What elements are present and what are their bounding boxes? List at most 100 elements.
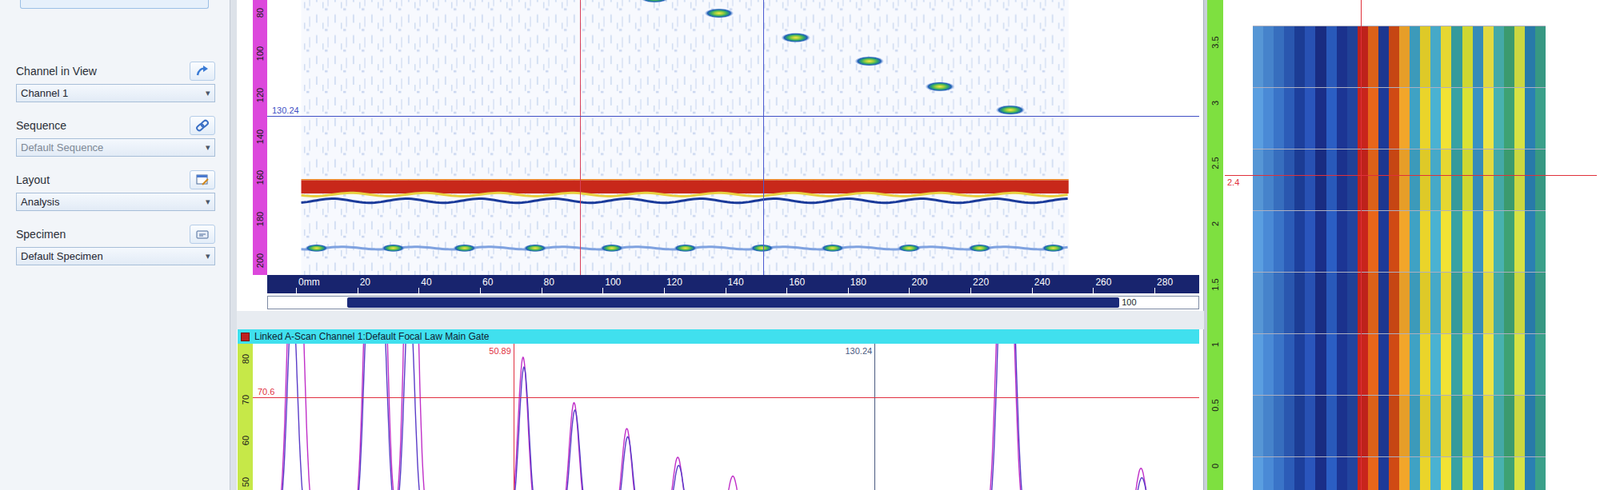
cscan-cell bbox=[1347, 26, 1358, 88]
cscan-cell bbox=[1483, 88, 1494, 149]
cscan-cell bbox=[1294, 26, 1305, 88]
field-group: Channel in ViewChannel 1▾ bbox=[16, 60, 216, 103]
cscan-cell bbox=[1273, 334, 1284, 396]
index-cursor[interactable]: 2.4 bbox=[1224, 175, 1597, 176]
index-tick: 0.5 bbox=[1210, 399, 1220, 412]
cscan-cell bbox=[1430, 396, 1441, 457]
cursor-label: 130.24 bbox=[844, 346, 872, 356]
cscan-cell bbox=[1524, 88, 1536, 149]
cscan-cell bbox=[1451, 149, 1462, 211]
depth-cursor[interactable]: 130.24 bbox=[267, 116, 1200, 117]
field-button[interactable] bbox=[189, 170, 216, 190]
cscan-cell bbox=[1504, 272, 1515, 334]
index-tick: 1.5 bbox=[1210, 278, 1220, 291]
cscan-cell bbox=[1440, 211, 1452, 272]
cscan-cell bbox=[1273, 211, 1284, 272]
scan-cursor[interactable] bbox=[580, 0, 581, 276]
cscan-cell bbox=[1399, 26, 1410, 88]
cscan-cell bbox=[1347, 334, 1358, 396]
image-ground bbox=[301, 0, 1069, 276]
index-ruler: 3.532.521.510.50 bbox=[1207, 0, 1224, 490]
cscan-cell bbox=[1514, 211, 1525, 272]
cursor-label: 50.89 bbox=[488, 346, 512, 356]
splitter[interactable] bbox=[229, 0, 237, 490]
dropdown[interactable]: Channel 1▾ bbox=[16, 84, 216, 103]
field-button[interactable] bbox=[189, 224, 216, 244]
cscan-cell bbox=[1294, 88, 1305, 149]
cscan-cell bbox=[1252, 26, 1264, 88]
scrollbar-thumb[interactable] bbox=[347, 297, 1120, 308]
second-echo bbox=[897, 244, 921, 252]
ascan-trace bbox=[252, 344, 1200, 490]
cscan-cell bbox=[1388, 334, 1400, 396]
cscan-row bbox=[1252, 456, 1546, 490]
cscan-cell bbox=[1420, 149, 1431, 211]
cscan-cell bbox=[1409, 457, 1420, 490]
scan-ruler: 0mm2040608010012014016018020022024026028… bbox=[267, 275, 1200, 294]
tick-mark bbox=[970, 288, 972, 294]
tick-label: 20 bbox=[357, 275, 371, 290]
cscan-cell bbox=[1483, 457, 1494, 490]
tick-label: 240 bbox=[1032, 275, 1051, 290]
bscan-view: 80100120140160180200130.240mm20406080100… bbox=[236, 0, 1204, 312]
cscan-cell bbox=[1483, 149, 1494, 211]
cscan-cell bbox=[1273, 396, 1284, 457]
tick-label: 60 bbox=[480, 275, 493, 290]
dropdown[interactable]: Default Specimen▾ bbox=[16, 247, 216, 266]
cursor-label: 70.6 bbox=[257, 387, 275, 397]
cscan-cell bbox=[1326, 88, 1337, 149]
cscan-cell bbox=[1368, 272, 1379, 334]
cscan-cell bbox=[1430, 211, 1441, 272]
indication bbox=[704, 8, 734, 18]
backwall-wave bbox=[301, 192, 1068, 196]
cscan-cell bbox=[1252, 149, 1264, 211]
cscan-row bbox=[1252, 148, 1546, 211]
cscan-cell bbox=[1420, 334, 1431, 396]
scrollbar[interactable]: 100 bbox=[267, 296, 1200, 310]
field-button[interactable] bbox=[189, 116, 216, 136]
cscan-cell bbox=[1514, 396, 1525, 457]
image-speckle bbox=[301, 0, 1069, 276]
depth-cursor[interactable]: 130.24 bbox=[874, 344, 876, 490]
scan-tick: 20 bbox=[357, 275, 371, 294]
cscan-cell bbox=[1263, 26, 1274, 88]
cscan-cell bbox=[1462, 457, 1473, 490]
cscan-cell bbox=[1347, 396, 1358, 457]
cscan-cell bbox=[1315, 149, 1326, 211]
second-echo bbox=[673, 244, 697, 252]
cscan-cell bbox=[1504, 211, 1515, 272]
cscan-cell bbox=[1524, 272, 1536, 334]
cscan-cell bbox=[1336, 396, 1348, 457]
cscan-cell bbox=[1273, 457, 1284, 490]
dropdown[interactable]: Analysis▾ bbox=[16, 192, 216, 212]
cscan-cell bbox=[1336, 149, 1348, 211]
app-window: Channel in ViewChannel 1▾SequenceDefault… bbox=[0, 0, 1600, 490]
cscan-cell bbox=[1535, 149, 1546, 211]
cscan-cell bbox=[1304, 396, 1316, 457]
second-echo bbox=[1041, 244, 1065, 252]
cscan-row bbox=[1252, 210, 1546, 272]
second-echo bbox=[600, 244, 624, 252]
amplitude-tick: 50 bbox=[240, 477, 251, 488]
field-button[interactable] bbox=[189, 61, 216, 81]
cscan-cell bbox=[1347, 88, 1358, 149]
depth-tick: 160 bbox=[255, 170, 265, 185]
cscan-cell bbox=[1284, 272, 1295, 334]
cscan-cell bbox=[1263, 396, 1274, 457]
ascan-chart bbox=[252, 344, 1200, 490]
main-area: 80100120140160180200130.240mm20406080100… bbox=[236, 0, 1204, 490]
cscan-view: 2.4 bbox=[1223, 0, 1600, 490]
cscan-cell bbox=[1336, 272, 1348, 334]
depth-cursor[interactable]: 50.89 bbox=[513, 344, 515, 490]
cscan-frame bbox=[1252, 0, 1546, 490]
tick-mark bbox=[908, 288, 910, 294]
scan-cursor[interactable] bbox=[763, 0, 764, 276]
cscan-cell bbox=[1535, 272, 1546, 334]
amplitude-cursor[interactable]: 70.6 bbox=[252, 397, 1200, 399]
scan-cursor[interactable] bbox=[1360, 0, 1362, 490]
cscan-cell bbox=[1378, 88, 1389, 149]
cscan-cell bbox=[1315, 88, 1326, 149]
backwall-echo bbox=[301, 180, 1069, 195]
cscan-cell bbox=[1252, 272, 1264, 334]
cscan-cell bbox=[1430, 26, 1441, 88]
